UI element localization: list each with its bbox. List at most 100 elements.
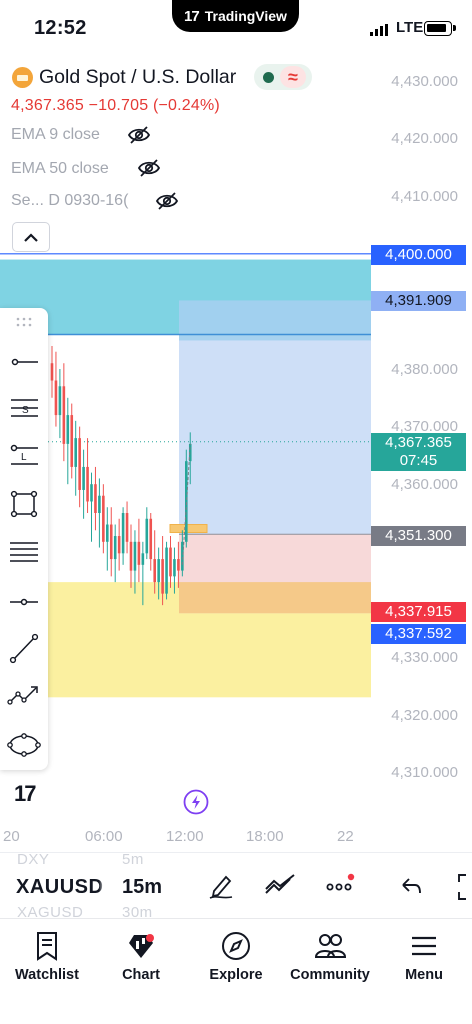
price-axis-tick: 4,320.000 [391, 707, 458, 724]
candle-body [106, 524, 109, 542]
gold-symbol-icon [12, 67, 33, 88]
price-axis-tick: 4,380.000 [391, 361, 458, 378]
drag-handle-icon[interactable] [6, 312, 42, 334]
time-axis-tick: 12:00 [166, 828, 204, 845]
eye-off-icon[interactable] [155, 191, 179, 211]
ellipse-icon[interactable] [6, 727, 42, 763]
stop-yellow-overlap [179, 582, 371, 614]
price-axis-tick: 4,420.000 [391, 130, 458, 147]
compare-lines-icon[interactable] [263, 873, 297, 899]
candle-body [113, 536, 117, 560]
compass-icon [222, 932, 250, 960]
eye-off-icon[interactable] [137, 158, 161, 178]
price-axis-tick: 4,310.000 [391, 764, 458, 781]
candle-body [74, 438, 77, 467]
horizontal-line-icon[interactable] [6, 584, 42, 620]
candle-body [121, 513, 125, 554]
symbol-selector[interactable]: XAUUSD [16, 876, 103, 899]
entry-price-tag: 4,351.300 [371, 526, 466, 546]
indicator-ema9-label[interactable]: EMA 9 close [11, 126, 100, 144]
candle-body [173, 559, 176, 577]
chevron-up-icon [24, 232, 38, 242]
candle-body [54, 380, 58, 416]
candle-body [94, 484, 97, 513]
svg-text:S: S [22, 405, 29, 416]
candle-body [165, 547, 168, 594]
candle-body [181, 541, 184, 571]
market-status-pill[interactable]: ≈ [254, 64, 312, 90]
tab-watchlist[interactable]: Watchlist [0, 931, 94, 983]
candle-body [157, 559, 160, 583]
tab-menu-label: Menu [405, 967, 443, 983]
indicator-session-label[interactable]: Se... D 0930-16( [11, 192, 139, 210]
tab-menu[interactable]: Menu [377, 931, 471, 983]
rectangle-icon[interactable] [6, 486, 42, 522]
candle-body [149, 518, 153, 560]
lightning-icon[interactable] [183, 789, 209, 815]
bar-countdown: 07:45 [399, 452, 438, 469]
more-options-icon[interactable] [324, 872, 356, 900]
undo-icon[interactable] [398, 875, 424, 899]
time-axis-tick: 06:00 [85, 828, 123, 845]
candle-body [109, 524, 113, 560]
candle-body [129, 541, 133, 571]
draw-pen-icon[interactable] [206, 871, 236, 901]
target-price-tag: 4,391.909 [371, 291, 466, 311]
price-axis-tick: 4,410.000 [391, 188, 458, 205]
prev-interval: 5m [122, 851, 144, 868]
bottom-tab-bar: Watchlist Chart Explore Community Menu [0, 918, 472, 1024]
tradingview-watermark-icon: 17 [14, 781, 37, 806]
tab-explore-label: Explore [209, 967, 263, 983]
chart-icon [129, 934, 154, 958]
candle-body [125, 513, 129, 542]
horizontal-ray-icon[interactable] [6, 344, 42, 380]
trend-line-icon[interactable] [6, 630, 42, 666]
svg-text:L: L [21, 452, 27, 463]
tab-community[interactable]: Community [283, 931, 377, 983]
candle-body [133, 541, 137, 571]
candle-body [153, 559, 156, 583]
long-position-icon[interactable]: L [6, 438, 42, 474]
candle-body [141, 553, 145, 565]
candle-body [70, 415, 74, 467]
price-change: 4,367.365 −10.705 (−0.24%) [11, 97, 220, 114]
ask-price-tag: 4,337.592 [371, 624, 466, 644]
prev-symbol: DXY [17, 851, 50, 868]
candle-body [161, 559, 164, 594]
indicator-ema50-label[interactable]: EMA 50 close [11, 160, 109, 178]
level-price-tag: 4,400.000 [371, 245, 466, 265]
last-price-tag: 4,367.365 07:45 [371, 433, 466, 471]
candle-body [102, 495, 105, 542]
candle-body [78, 438, 81, 490]
watchlist-icon [37, 932, 57, 961]
tab-community-label: Community [290, 967, 370, 983]
short-position-icon[interactable]: S [6, 390, 42, 426]
candle-body [185, 461, 188, 542]
candle-body [90, 484, 93, 502]
bid-price-tag: 4,337.915 [371, 602, 466, 622]
collapse-legend-button[interactable] [12, 222, 50, 252]
tab-chart-label: Chart [122, 967, 160, 983]
eye-off-icon[interactable] [127, 125, 151, 145]
fib-retracement-icon[interactable] [6, 535, 42, 571]
tab-chart[interactable]: Chart [94, 931, 188, 983]
candle-body [82, 466, 85, 490]
tab-watchlist-label: Watchlist [15, 967, 79, 983]
drawing-toolbar: S L [0, 308, 48, 770]
path-icon[interactable] [6, 678, 42, 714]
tab-explore[interactable]: Explore [189, 931, 283, 983]
candle-body [86, 466, 89, 502]
time-axis-tick: 22 [337, 828, 354, 845]
interval-selector[interactable]: 15m [122, 876, 162, 899]
fullscreen-icon[interactable] [456, 873, 472, 901]
candle-body [145, 518, 149, 554]
candle-body [66, 415, 70, 444]
candle-body [169, 547, 172, 577]
time-axis-tick: 20 [3, 828, 20, 845]
candle-body [50, 363, 54, 381]
last-price: 4,367.365 [385, 434, 452, 451]
candle-body [98, 495, 101, 513]
candle-body [177, 559, 180, 571]
entry-marker [169, 524, 208, 534]
symbol-title[interactable]: Gold Spot / U.S. Dollar [39, 66, 236, 89]
